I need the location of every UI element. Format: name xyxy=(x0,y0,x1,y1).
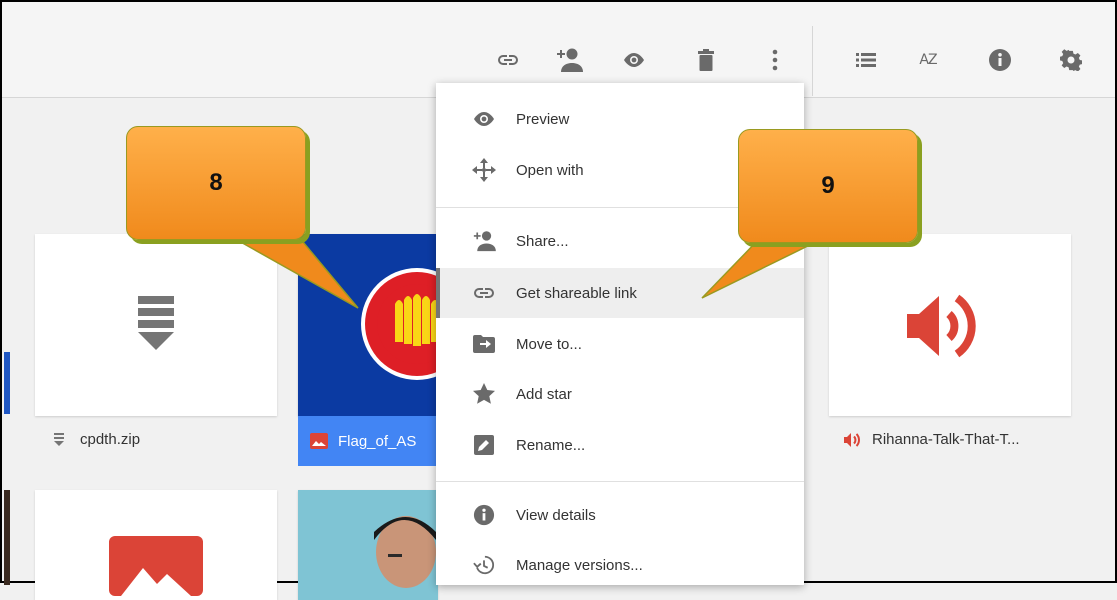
star-icon xyxy=(473,383,495,404)
delete-button[interactable] xyxy=(690,44,722,76)
get-link-button[interactable] xyxy=(492,44,524,76)
file-tile-audio[interactable] xyxy=(829,234,1071,416)
more-actions-button[interactable] xyxy=(759,44,791,76)
add-person-icon xyxy=(557,48,583,72)
menu-item-label: Rename... xyxy=(516,436,586,454)
partial-tile-edge xyxy=(4,352,10,414)
audio-icon xyxy=(907,294,976,358)
menu-item-move-to[interactable]: Move to... xyxy=(436,319,804,369)
image-icon xyxy=(109,536,203,596)
details-button[interactable] xyxy=(984,44,1016,76)
menu-divider xyxy=(436,481,804,482)
callout-number: 9 xyxy=(821,172,835,199)
menu-item-label: Get shareable link xyxy=(516,284,637,302)
zip-icon xyxy=(138,296,174,350)
person-photo-thumbnail xyxy=(374,516,436,588)
move-arrows-icon xyxy=(472,158,496,182)
history-icon xyxy=(473,555,495,575)
partial-tile-edge xyxy=(4,490,10,585)
callout-9: 9 xyxy=(738,129,918,243)
menu-item-manage-versions[interactable]: Manage versions... xyxy=(436,540,804,585)
trash-icon xyxy=(698,49,714,71)
menu-item-label: Share... xyxy=(516,232,569,250)
menu-item-view-details[interactable]: View details xyxy=(436,490,804,540)
file-label-zip[interactable]: cpdth.zip xyxy=(54,431,140,448)
menu-item-get-shareable-link[interactable]: Get shareable link xyxy=(436,268,804,318)
zip-icon xyxy=(54,432,64,446)
eye-icon xyxy=(624,53,644,67)
menu-item-label: Manage versions... xyxy=(516,556,643,574)
file-name: Rihanna-Talk-That-T... xyxy=(872,431,1020,448)
link-icon xyxy=(498,55,518,65)
more-vert-icon xyxy=(772,49,778,71)
menu-item-add-star[interactable]: Add star xyxy=(436,369,804,419)
sort-button[interactable]: AZ xyxy=(912,44,944,76)
callout-8: 8 xyxy=(126,126,306,240)
add-person-icon xyxy=(473,231,496,252)
image-icon xyxy=(310,433,328,449)
share-button[interactable] xyxy=(553,44,585,76)
menu-item-rename[interactable]: Rename... xyxy=(436,420,804,470)
eye-icon xyxy=(474,112,494,126)
settings-button[interactable] xyxy=(1055,44,1087,76)
link-icon xyxy=(474,288,494,298)
file-tile-flag[interactable] xyxy=(298,234,438,416)
toolbar-divider xyxy=(812,26,813,96)
menu-item-label: Preview xyxy=(516,110,570,128)
file-label-audio[interactable]: Rihanna-Talk-That-T... xyxy=(844,431,1020,448)
list-view-icon xyxy=(856,53,876,67)
menu-item-label: Open with xyxy=(516,161,584,179)
file-name: Flag_of_AS xyxy=(338,432,417,450)
flag-thumbnail xyxy=(361,268,438,380)
audio-icon xyxy=(844,432,860,447)
file-tile-zip[interactable] xyxy=(35,234,277,416)
file-name: cpdth.zip xyxy=(80,431,141,448)
settings-icon xyxy=(1060,49,1082,71)
file-tile-photo[interactable] xyxy=(298,490,438,600)
file-label-flag[interactable]: Flag_of_AS xyxy=(298,416,438,466)
file-tile-image[interactable] xyxy=(35,490,277,600)
info-icon xyxy=(989,49,1011,71)
callout-number: 8 xyxy=(209,169,223,196)
info-icon xyxy=(473,504,495,526)
menu-item-label: Add star xyxy=(516,385,572,403)
pencil-icon xyxy=(474,435,494,455)
menu-item-label: View details xyxy=(516,506,596,524)
folder-move-icon xyxy=(473,335,495,353)
sort-az-icon: AZ xyxy=(919,52,937,68)
preview-button[interactable] xyxy=(618,44,650,76)
menu-item-label: Move to... xyxy=(516,335,582,353)
list-view-button[interactable] xyxy=(850,44,882,76)
